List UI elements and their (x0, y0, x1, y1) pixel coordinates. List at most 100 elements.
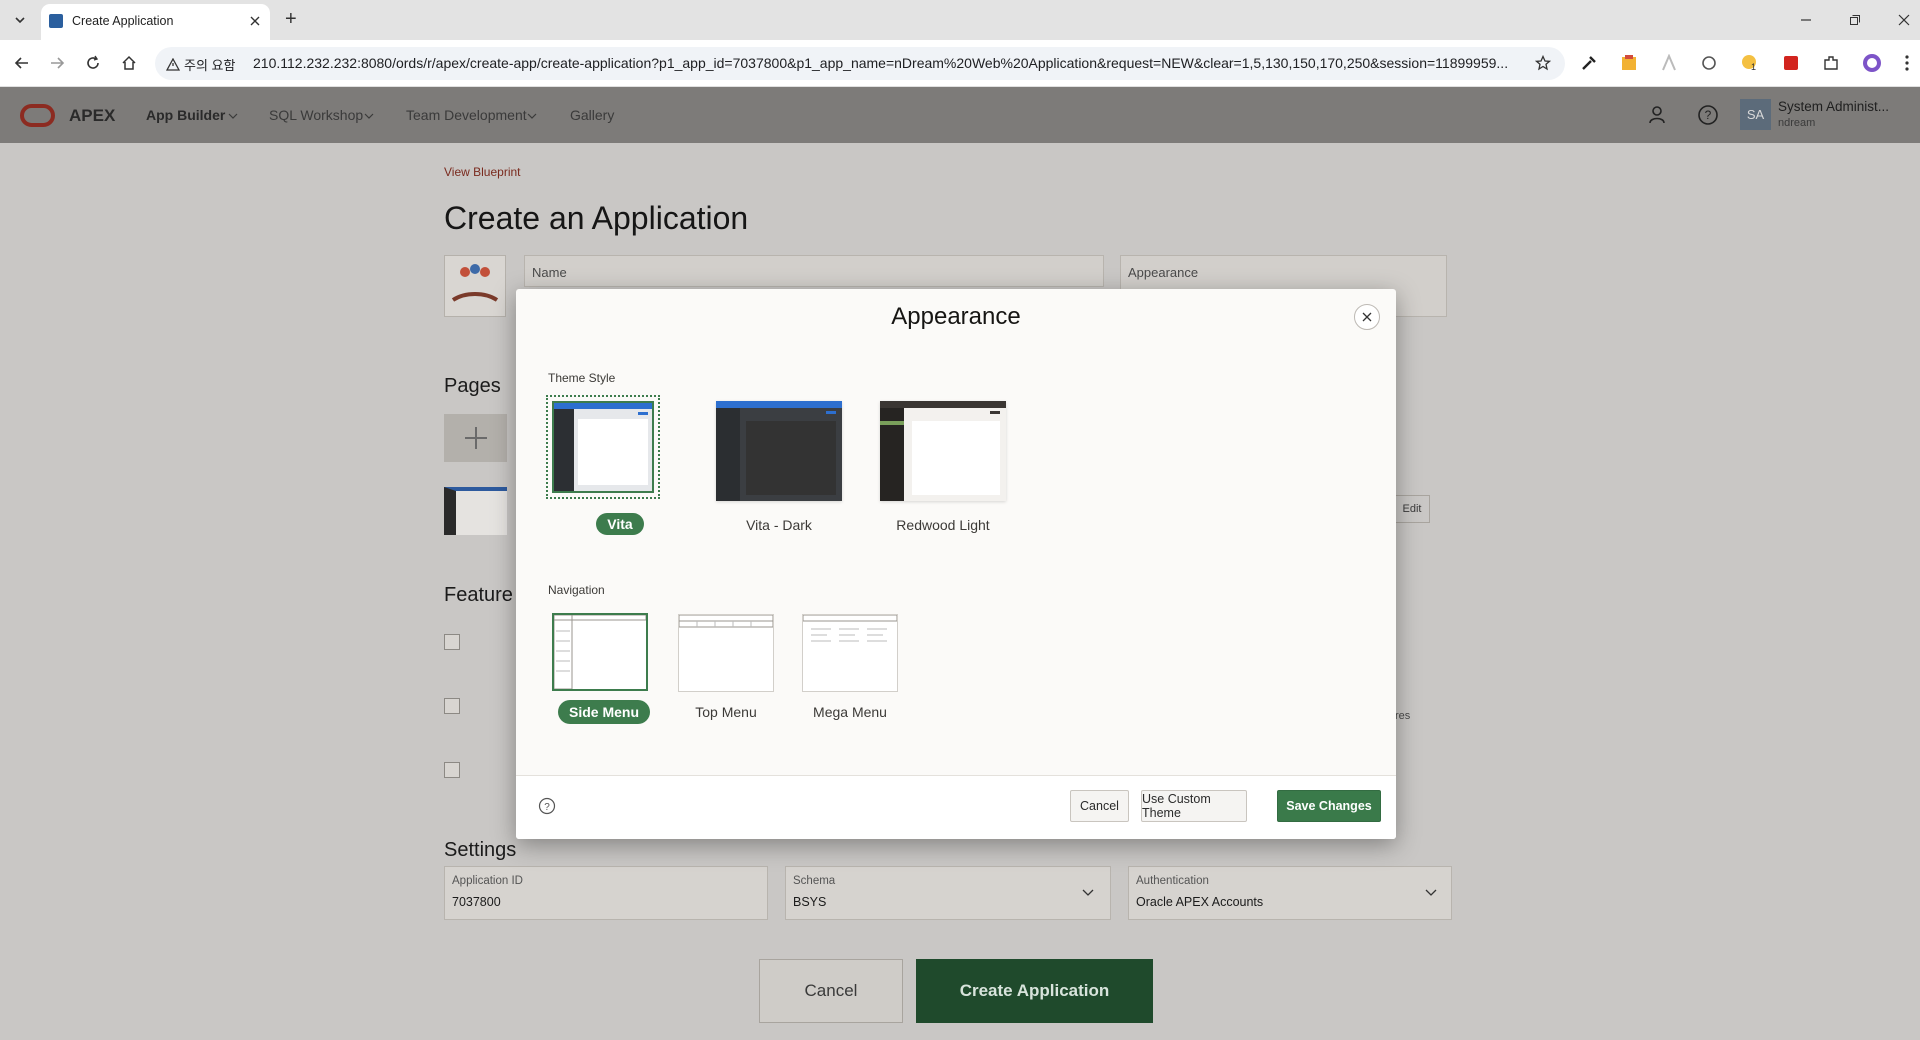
side-menu-thumbnail (554, 615, 646, 689)
plus-icon (464, 427, 487, 449)
authentication-value: Oracle APEX Accounts (1136, 895, 1264, 909)
dialog-footer (516, 775, 1396, 839)
app-icon[interactable] (444, 255, 506, 317)
vita-theme-thumbnail (554, 403, 652, 491)
help-icon[interactable]: ? (1697, 104, 1719, 126)
chevron-down-icon (364, 113, 374, 119)
name-field[interactable]: Name (524, 255, 1104, 287)
nav-top-menu-label[interactable]: Top Menu (662, 704, 790, 720)
user-name[interactable]: System Administ... (1778, 99, 1889, 114)
tab-search-chevron-icon[interactable] (8, 8, 32, 32)
nav-gallery[interactable]: Gallery (570, 107, 614, 123)
user-settings-icon[interactable] (1648, 104, 1670, 126)
reload-icon[interactable] (81, 51, 105, 75)
dialog-title: Appearance (891, 303, 1021, 330)
nav-side-menu-label[interactable]: Side Menu (558, 700, 650, 724)
authentication-select[interactable]: Authentication Oracle APEX Accounts (1128, 866, 1452, 920)
theme-redwood-light-label[interactable]: Redwood Light (880, 517, 1006, 533)
url-text[interactable]: 210.112.232.232:8080/ords/r/apex/create-… (253, 55, 1523, 71)
forward-icon[interactable] (45, 51, 69, 75)
extension-badge: 1 (1751, 62, 1757, 72)
chevron-down-icon (1082, 889, 1094, 896)
nav-option-side-menu[interactable] (552, 613, 648, 691)
authentication-label: Authentication (1136, 875, 1209, 887)
schema-label: Schema (793, 875, 836, 887)
minimize-icon[interactable] (1800, 14, 1812, 26)
page-edit-button[interactable]: Edit (1394, 495, 1430, 523)
theme-style-label: Theme Style (548, 371, 616, 385)
page-title: Create an Application (444, 200, 749, 236)
nav-sql-workshop[interactable]: SQL Workshop (269, 107, 363, 123)
top-menu-thumbnail (679, 615, 773, 628)
pdf-extension-icon[interactable] (1782, 54, 1800, 72)
theme-option-vita-dark[interactable] (716, 401, 842, 501)
tab-close-icon[interactable] (243, 9, 267, 33)
use-custom-theme-button[interactable]: Use Custom Theme (1141, 790, 1247, 822)
theme-option-redwood-light[interactable] (880, 401, 1006, 501)
apex-favicon-icon (49, 14, 63, 28)
vita-preview (552, 401, 654, 493)
appearance-dialog: Appearance Theme Style Vita Vita - Dark (516, 289, 1396, 839)
extensions-row: 1 (1580, 52, 1910, 74)
refresh-extension-icon[interactable] (1700, 54, 1718, 72)
dialog-help-icon[interactable]: ? (538, 797, 556, 815)
security-warning[interactable]: 주의 요함 (166, 55, 235, 74)
oracle-logo-icon (20, 104, 55, 127)
theme-vita-dark-label[interactable]: Vita - Dark (716, 517, 842, 533)
add-page-button[interactable] (444, 414, 507, 462)
schema-select[interactable]: Schema BSYS (785, 866, 1111, 920)
application-id-label: Application ID (452, 875, 523, 887)
nav-app-builder[interactable]: App Builder (146, 107, 225, 123)
close-icon (1362, 312, 1372, 322)
svg-text:?: ? (544, 802, 550, 813)
browser-menu-icon[interactable] (1904, 54, 1910, 72)
user-workspace: ndream (1778, 117, 1816, 129)
page-thumbnail[interactable] (444, 487, 507, 535)
redwood-light-theme-thumbnail (880, 401, 1006, 501)
back-icon[interactable] (10, 51, 34, 75)
nav-team-development[interactable]: Team Development (406, 107, 527, 123)
bookmark-star-icon[interactable] (1531, 51, 1555, 75)
puzzle-extension-icon[interactable] (1822, 54, 1840, 72)
close-window-icon[interactable] (1898, 14, 1910, 26)
apex-logo-text: APEX (69, 106, 116, 125)
theme-vita-label[interactable]: Vita (596, 513, 644, 535)
appearance-field-label: Appearance (1128, 265, 1199, 280)
features-heading: Feature (444, 584, 513, 606)
feature-checkbox[interactable] (444, 634, 460, 650)
restore-icon[interactable] (1849, 14, 1861, 26)
nav-option-mega-menu[interactable] (802, 614, 898, 692)
nav-option-top-menu[interactable] (678, 614, 774, 692)
view-blueprint-link[interactable]: View Blueprint (444, 165, 521, 179)
new-tab-button[interactable]: + (285, 8, 297, 31)
dialog-close-button[interactable] (1354, 304, 1380, 330)
application-id-field[interactable]: Application ID 7037800 (444, 866, 768, 920)
feature-checkbox[interactable] (444, 698, 460, 714)
font-extension-icon[interactable] (1660, 54, 1678, 72)
notification-extension-icon[interactable]: 1 (1740, 53, 1760, 73)
user-avatar[interactable]: SA (1740, 99, 1771, 130)
note-extension-icon[interactable] (1620, 54, 1638, 72)
application-id-value: 7037800 (452, 895, 501, 909)
profile-avatar-icon[interactable] (1862, 53, 1882, 73)
chevron-down-icon (1425, 889, 1437, 896)
chevron-down-icon (228, 113, 238, 119)
page-cancel-button[interactable]: Cancel (759, 959, 903, 1023)
vita-dark-theme-thumbnail (716, 401, 842, 501)
features-text-fragment: res (1395, 710, 1411, 722)
schema-value: BSYS (793, 895, 827, 909)
pages-heading: Pages (444, 375, 501, 397)
eyedropper-extension-icon[interactable] (1580, 54, 1598, 72)
create-application-button[interactable]: Create Application (916, 959, 1153, 1023)
dialog-cancel-button[interactable]: Cancel (1070, 790, 1129, 822)
settings-heading: Settings (444, 839, 517, 861)
chevron-down-icon (527, 113, 537, 119)
security-label: 주의 요함 (184, 58, 236, 73)
home-icon[interactable] (117, 51, 141, 75)
nav-mega-menu-label[interactable]: Mega Menu (786, 704, 914, 720)
name-field-label: Name (532, 265, 567, 280)
save-changes-button[interactable]: Save Changes (1277, 790, 1381, 822)
mega-menu-thumbnail (803, 615, 897, 642)
feature-checkbox[interactable] (444, 762, 460, 778)
navigation-label: Navigation (548, 583, 605, 597)
